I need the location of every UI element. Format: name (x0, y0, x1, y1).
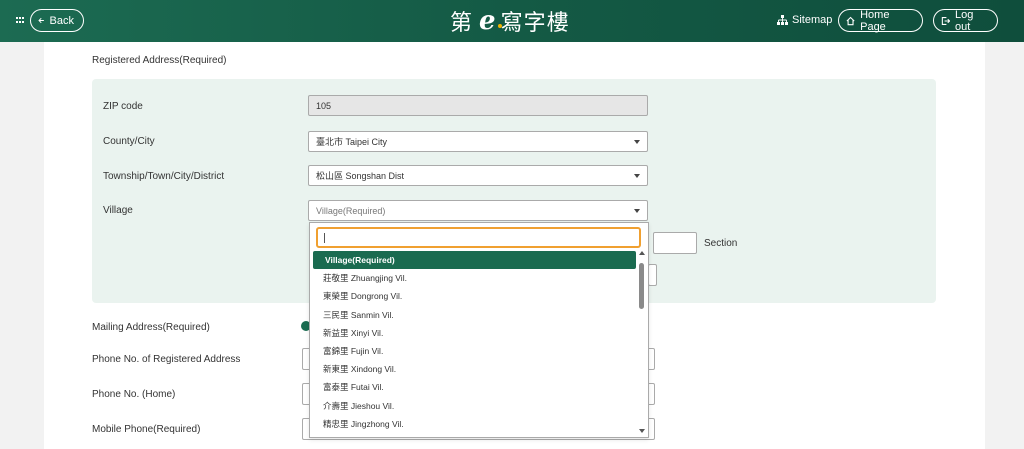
village-option[interactable]: 東榮里 Dongrong Vil. (311, 287, 638, 305)
logout-icon (941, 16, 950, 25)
phone-registered-label: Phone No. of Registered Address (92, 354, 241, 365)
village-option[interactable]: 富泰里 Futai Vil. (311, 378, 638, 396)
menu-grid-icon[interactable] (16, 17, 24, 23)
home-label: Home Page (860, 8, 890, 33)
county-value: 臺北市 Taipei City (316, 137, 388, 147)
village-select[interactable]: Village(Required) (308, 200, 648, 221)
sitemap-link[interactable]: Sitemap (777, 14, 832, 26)
top-header: Back 第 e 寫字樓 Sitemap Home Page Log out (0, 0, 1024, 42)
mailing-address-label: Mailing Address(Required) (92, 322, 210, 333)
village-option[interactable]: 富錦里 Fujin Vil. (311, 342, 638, 360)
arrow-left-icon (38, 17, 44, 24)
logout-label: Log out (955, 8, 974, 33)
county-select[interactable]: 臺北市 Taipei City (308, 131, 648, 152)
zip-value: 105 (316, 100, 332, 111)
dropdown-scrollbar[interactable] (638, 251, 646, 433)
scroll-up-icon[interactable] (639, 251, 645, 255)
zip-label: ZIP code (103, 101, 143, 112)
chevron-down-icon (634, 174, 640, 178)
township-select[interactable]: 松山區 Songshan Dist (308, 165, 648, 186)
sitemap-icon (777, 15, 788, 25)
chevron-down-icon (634, 140, 640, 144)
logo-right-text: 寫字樓 (500, 11, 570, 36)
village-options-list: Village(Required) 莊敬里 Zhuangjing Vil. 東榮… (311, 251, 638, 433)
township-value: 松山區 Songshan Dist (316, 171, 405, 181)
village-option[interactable]: 新益里 Xinyi Vil. (311, 324, 638, 342)
scroll-thumb[interactable] (639, 263, 644, 309)
village-option[interactable]: Village(Required) (313, 251, 636, 270)
county-label: County/City (103, 136, 155, 147)
village-label: Village (103, 205, 133, 216)
logout-button[interactable]: Log out (933, 8, 998, 33)
logo-left-text: 第 (450, 11, 474, 36)
text-cursor (324, 233, 325, 243)
back-button[interactable]: Back (30, 9, 84, 32)
village-search-input[interactable] (316, 227, 641, 248)
chevron-down-icon (634, 209, 640, 213)
sitemap-label: Sitemap (792, 14, 833, 26)
village-option[interactable]: 莊敬里 Zhuangjing Vil. (311, 269, 638, 287)
section-label: Section (704, 238, 738, 249)
home-page-button[interactable]: Home Page (838, 8, 923, 33)
section-number-input[interactable] (653, 232, 697, 254)
back-label: Back (49, 14, 74, 27)
village-option[interactable]: 三民里 Sanmin Vil. (311, 306, 638, 324)
phone-home-label: Phone No. (Home) (92, 389, 176, 400)
village-option[interactable]: 介壽里 Jieshou Vil. (311, 397, 638, 415)
village-placeholder: Village(Required) (316, 205, 386, 216)
township-label: Township/Town/City/District (103, 171, 225, 182)
village-dropdown: Village(Required) 莊敬里 Zhuangjing Vil. 東榮… (309, 222, 649, 438)
mobile-phone-label: Mobile Phone(Required) (92, 424, 201, 435)
logo-e-mark: e (479, 6, 502, 36)
registered-address-title: Registered Address(Required) (92, 55, 227, 66)
home-icon (846, 16, 855, 25)
site-logo[interactable]: 第 e 寫字樓 (450, 6, 570, 36)
zip-field: 105 (308, 95, 648, 116)
scroll-down-icon[interactable] (639, 429, 645, 433)
address-detail-input[interactable] (648, 264, 657, 286)
village-option[interactable]: 新東里 Xindong Vil. (311, 360, 638, 378)
village-option[interactable]: 精忠里 Jingzhong Vil. (311, 415, 638, 433)
